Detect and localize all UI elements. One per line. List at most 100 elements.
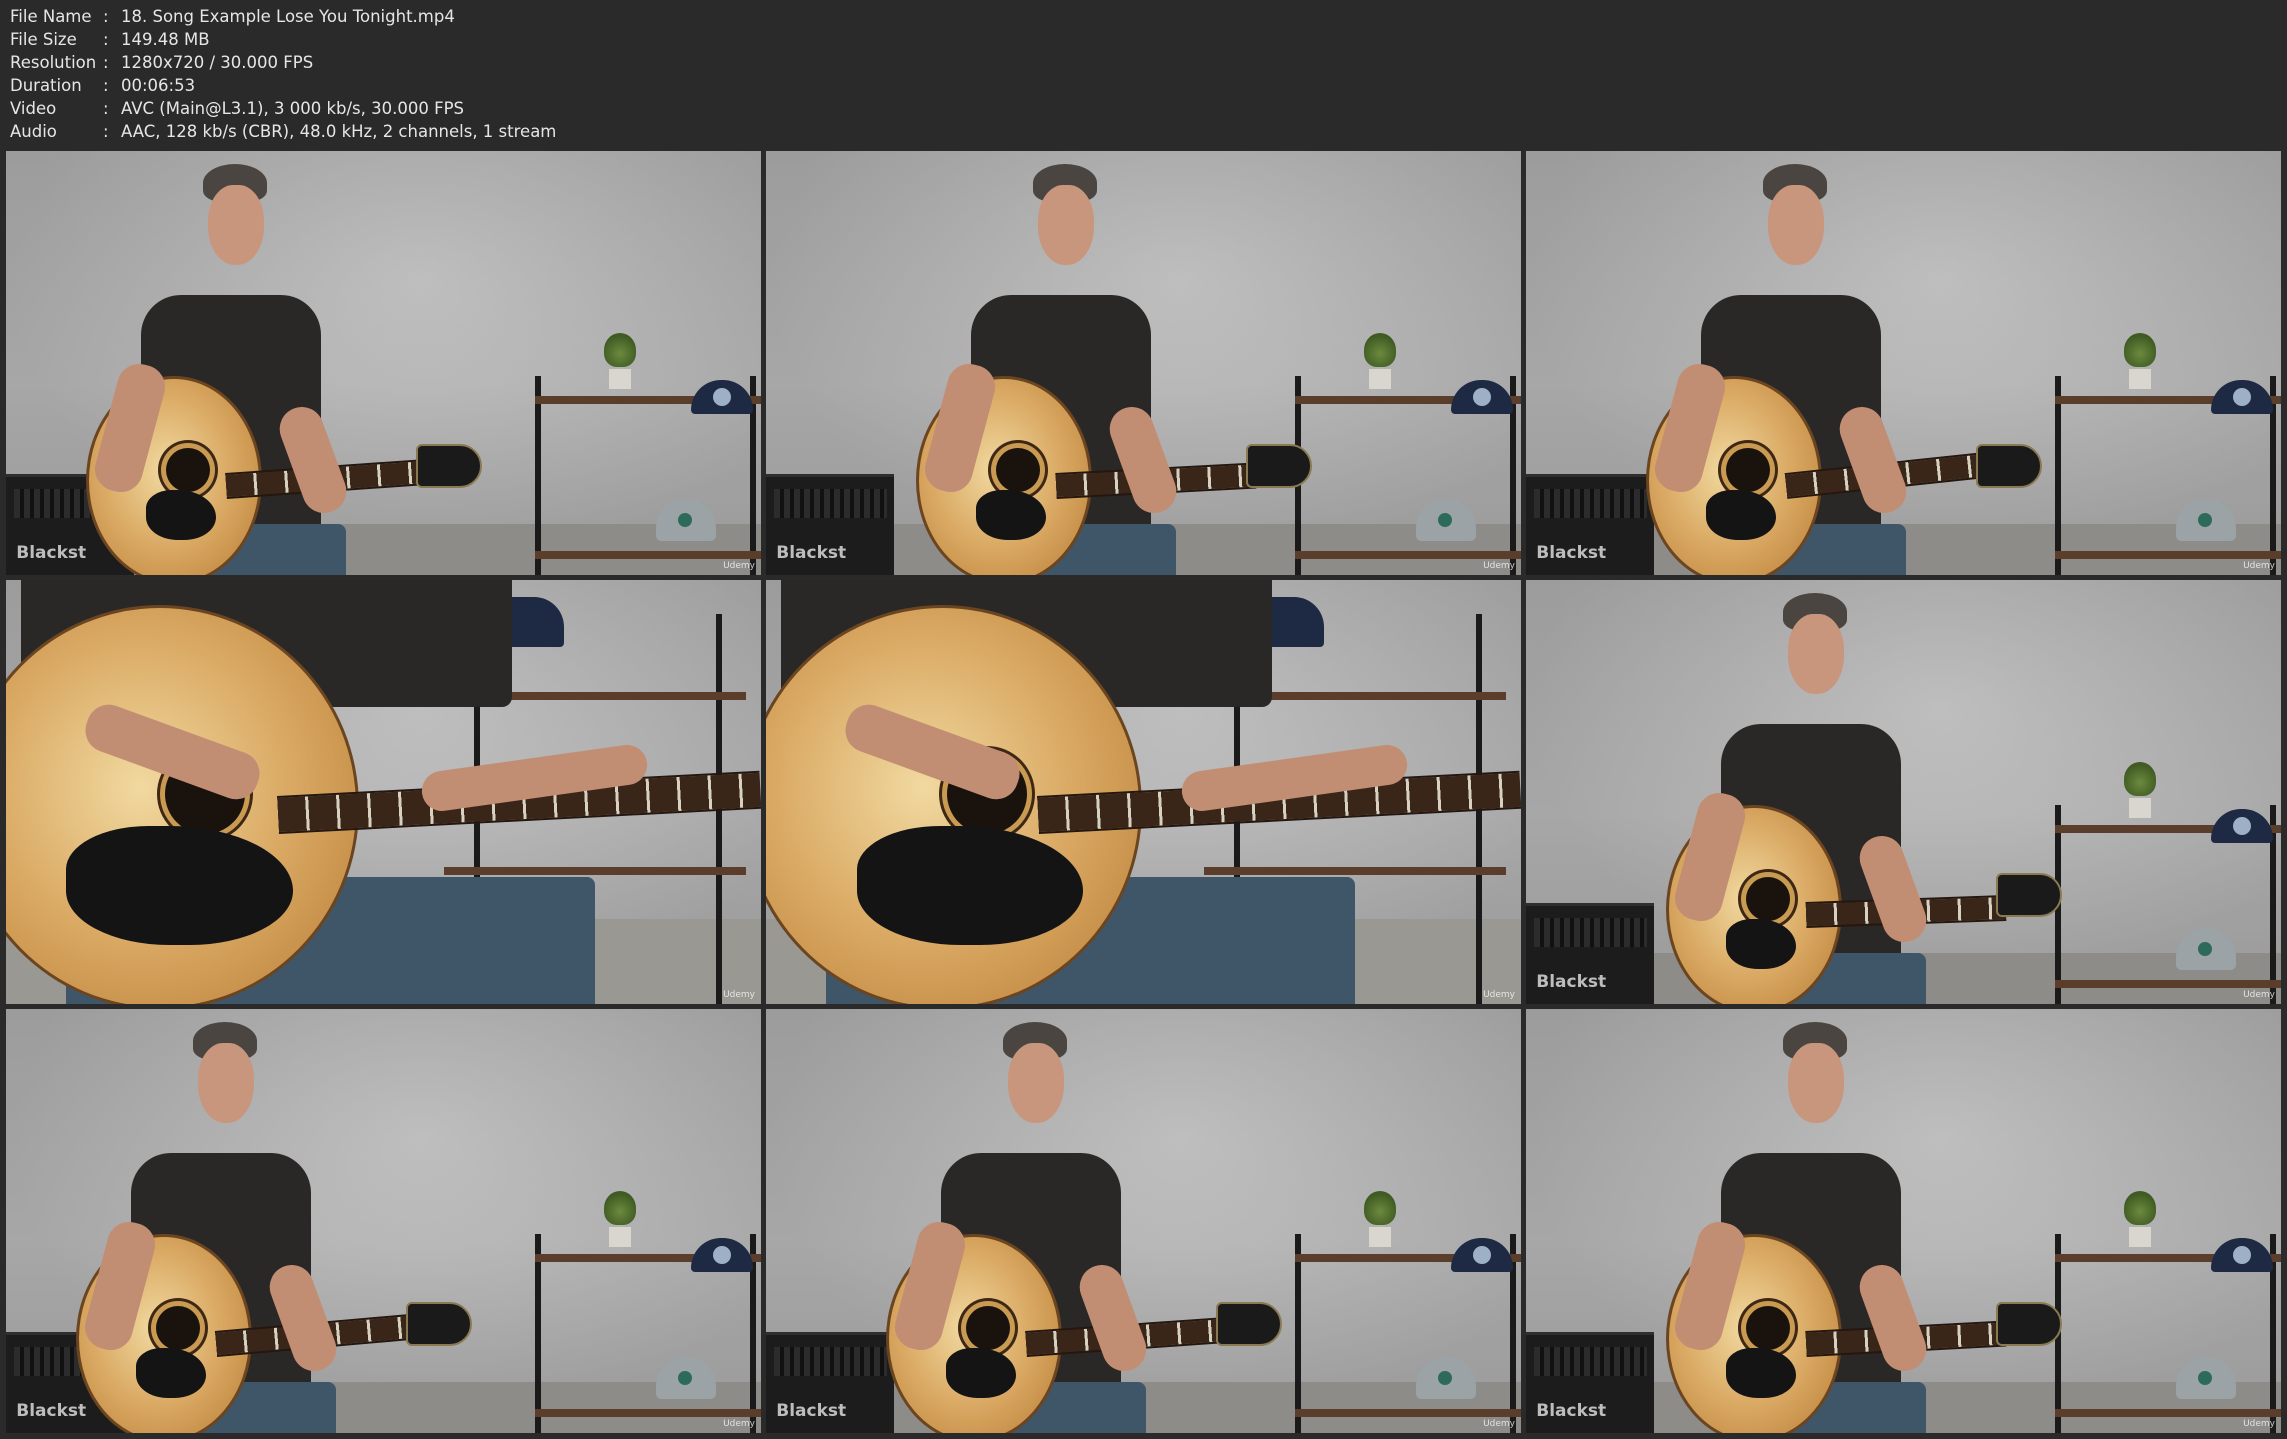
cap-badge bbox=[1473, 387, 1492, 406]
guitar-pickguard bbox=[1726, 1348, 1796, 1399]
potted-plant bbox=[600, 1191, 640, 1248]
guitar-soundhole bbox=[1746, 876, 1790, 921]
watermark: Udemy bbox=[723, 1419, 755, 1429]
info-row-resolution: Resolution : 1280x720 / 30.000 FPS bbox=[10, 51, 556, 74]
amp-label: Blackst bbox=[1536, 972, 1607, 993]
plant-leaves bbox=[2124, 762, 2157, 797]
plant-pot bbox=[1369, 1227, 1392, 1248]
video-thumbnail: Udemy bbox=[6, 580, 761, 1004]
shelf-post bbox=[534, 375, 541, 575]
info-key: File Name bbox=[10, 7, 92, 26]
shelf-board bbox=[1294, 551, 1521, 560]
amplifier: Blackst bbox=[1526, 474, 1655, 575]
cap-badge bbox=[2233, 1245, 2252, 1264]
video-thumbnail: Blackst Udemy bbox=[1526, 580, 2281, 1004]
shelf-board bbox=[2054, 1409, 2281, 1418]
shelf-board bbox=[534, 551, 761, 560]
shelf-board bbox=[1203, 867, 1506, 876]
info-key: Audio bbox=[10, 122, 57, 141]
plant-leaves bbox=[604, 333, 637, 368]
watermark: Udemy bbox=[1483, 990, 1515, 1000]
amp-label: Blackst bbox=[776, 543, 847, 564]
info-separator: : bbox=[103, 122, 109, 141]
amp-label: Blackst bbox=[16, 1401, 87, 1422]
amplifier: Blackst bbox=[1526, 903, 1655, 1004]
info-row-audio: Audio : AAC, 128 kb/s (CBR), 48.0 kHz, 2… bbox=[10, 120, 556, 143]
helmet-logo bbox=[2197, 941, 2212, 956]
thumbnail-grid: Blackst Udemy Blackst Udemy Blackst Udemy Udem… bbox=[6, 151, 2281, 1433]
info-separator: : bbox=[103, 76, 109, 95]
shelf-board bbox=[534, 1409, 761, 1418]
potted-plant bbox=[1360, 333, 1400, 390]
potted-plant bbox=[2120, 1191, 2160, 1248]
video-thumbnail: Blackst Udemy bbox=[6, 151, 761, 575]
guitar-soundhole bbox=[996, 447, 1040, 492]
info-separator: : bbox=[103, 99, 109, 118]
shelf-board bbox=[2054, 551, 2281, 560]
info-value: 18. Song Example Lose You Tonight.mp4 bbox=[121, 7, 455, 26]
cap-badge bbox=[2233, 816, 2252, 835]
info-key: Duration bbox=[10, 76, 82, 95]
guitar-soundhole bbox=[156, 1305, 200, 1350]
amp-grille bbox=[773, 1347, 887, 1377]
head bbox=[1768, 184, 1824, 265]
head bbox=[198, 1042, 254, 1123]
info-separator: : bbox=[103, 30, 109, 49]
guitar-soundhole bbox=[166, 447, 210, 492]
guitar-pickguard bbox=[136, 1348, 206, 1399]
helmet-logo bbox=[1437, 1370, 1452, 1385]
helmet-logo bbox=[677, 512, 692, 527]
helmet-logo bbox=[2197, 512, 2212, 527]
guitar-pickguard bbox=[1706, 490, 1776, 541]
info-key: File Size bbox=[10, 30, 77, 49]
potted-plant bbox=[1360, 1191, 1400, 1248]
plant-pot bbox=[2129, 369, 2152, 390]
guitar-headstock bbox=[1246, 443, 1312, 488]
cap-badge bbox=[713, 387, 732, 406]
plant-leaves bbox=[604, 1191, 637, 1226]
info-value: AAC, 128 kb/s (CBR), 48.0 kHz, 2 channel… bbox=[121, 122, 557, 141]
guitar-headstock bbox=[1976, 443, 2042, 488]
info-row-video: Video : AVC (Main@L3.1), 3 000 kb/s, 30.… bbox=[10, 97, 556, 120]
watermark: Udemy bbox=[723, 561, 755, 571]
watermark: Udemy bbox=[2243, 990, 2275, 1000]
video-thumbnail: Blackst Udemy bbox=[1526, 151, 2281, 575]
amplifier: Blackst bbox=[766, 474, 895, 575]
info-separator: : bbox=[103, 53, 109, 72]
guitar-headstock bbox=[1216, 1301, 1282, 1346]
info-key: Video bbox=[10, 99, 57, 118]
plant-pot bbox=[2129, 798, 2152, 819]
plant-pot bbox=[609, 1227, 632, 1248]
watermark: Udemy bbox=[1483, 1419, 1515, 1429]
head bbox=[1038, 184, 1094, 265]
shelf-post bbox=[534, 1233, 541, 1433]
info-row-file-name: File Name : 18. Song Example Lose You To… bbox=[10, 5, 556, 28]
info-value: AVC (Main@L3.1), 3 000 kb/s, 30.000 FPS bbox=[121, 99, 465, 118]
watermark: Udemy bbox=[2243, 1419, 2275, 1429]
potted-plant bbox=[2120, 333, 2160, 390]
plant-pot bbox=[1369, 369, 1392, 390]
helmet-logo bbox=[677, 1370, 692, 1385]
head bbox=[1788, 1042, 1844, 1123]
helmet-logo bbox=[2197, 1370, 2212, 1385]
shelf-board bbox=[1294, 1409, 1521, 1418]
amp-label: Blackst bbox=[1536, 1401, 1607, 1422]
file-info-panel: File Name : 18. Song Example Lose You To… bbox=[10, 5, 556, 143]
plant-leaves bbox=[1364, 333, 1397, 368]
video-thumbnail: Udemy bbox=[766, 580, 1521, 1004]
shelf-post bbox=[2054, 375, 2061, 575]
potted-plant bbox=[2120, 762, 2160, 819]
guitar-soundhole bbox=[1726, 447, 1770, 492]
watermark: Udemy bbox=[1483, 561, 1515, 571]
guitar-pickguard bbox=[976, 490, 1046, 541]
head bbox=[1788, 613, 1844, 694]
guitar-headstock bbox=[1996, 1301, 2062, 1346]
info-separator: : bbox=[103, 7, 109, 26]
amplifier: Blackst bbox=[766, 1332, 895, 1433]
guitar-soundhole bbox=[1746, 1305, 1790, 1350]
amp-grille bbox=[1533, 489, 1647, 519]
guitar-soundhole bbox=[966, 1305, 1010, 1350]
guitar-headstock bbox=[1996, 872, 2062, 917]
amplifier: Blackst bbox=[1526, 1332, 1655, 1433]
plant-pot bbox=[609, 369, 632, 390]
